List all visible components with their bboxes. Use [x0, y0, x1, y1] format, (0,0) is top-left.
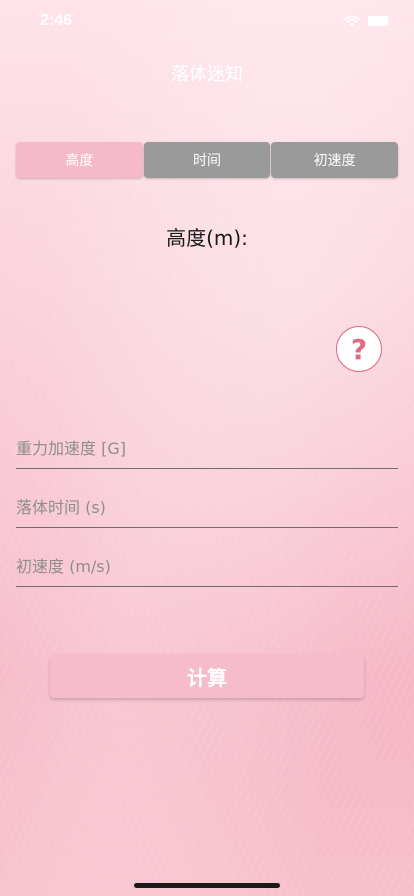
initial-velocity-field	[16, 546, 398, 587]
gravity-input[interactable]	[16, 428, 398, 468]
wifi-icon	[344, 15, 360, 27]
fall-time-field	[16, 487, 398, 528]
status-icons	[344, 15, 388, 27]
segment-time[interactable]: 时间	[143, 142, 271, 178]
question-icon: ?	[350, 332, 368, 366]
calculate-button[interactable]: 计算	[50, 654, 364, 698]
mode-segmented-control: 高度 时间 初速度	[16, 142, 399, 178]
fall-time-input[interactable]	[16, 487, 398, 527]
gravity-field	[16, 428, 398, 469]
status-bar: 2:46	[0, 0, 414, 44]
segment-height[interactable]: 高度	[16, 142, 143, 178]
home-indicator[interactable]	[134, 883, 280, 888]
initial-velocity-input[interactable]	[16, 546, 398, 586]
battery-icon	[368, 16, 388, 26]
result-label: 高度(m):	[166, 226, 248, 250]
status-time: 2:46	[40, 12, 73, 29]
nav-title: 落体迷知	[171, 64, 243, 85]
segment-initial-velocity[interactable]: 初速度	[271, 142, 399, 178]
help-button[interactable]: ?	[336, 326, 382, 372]
